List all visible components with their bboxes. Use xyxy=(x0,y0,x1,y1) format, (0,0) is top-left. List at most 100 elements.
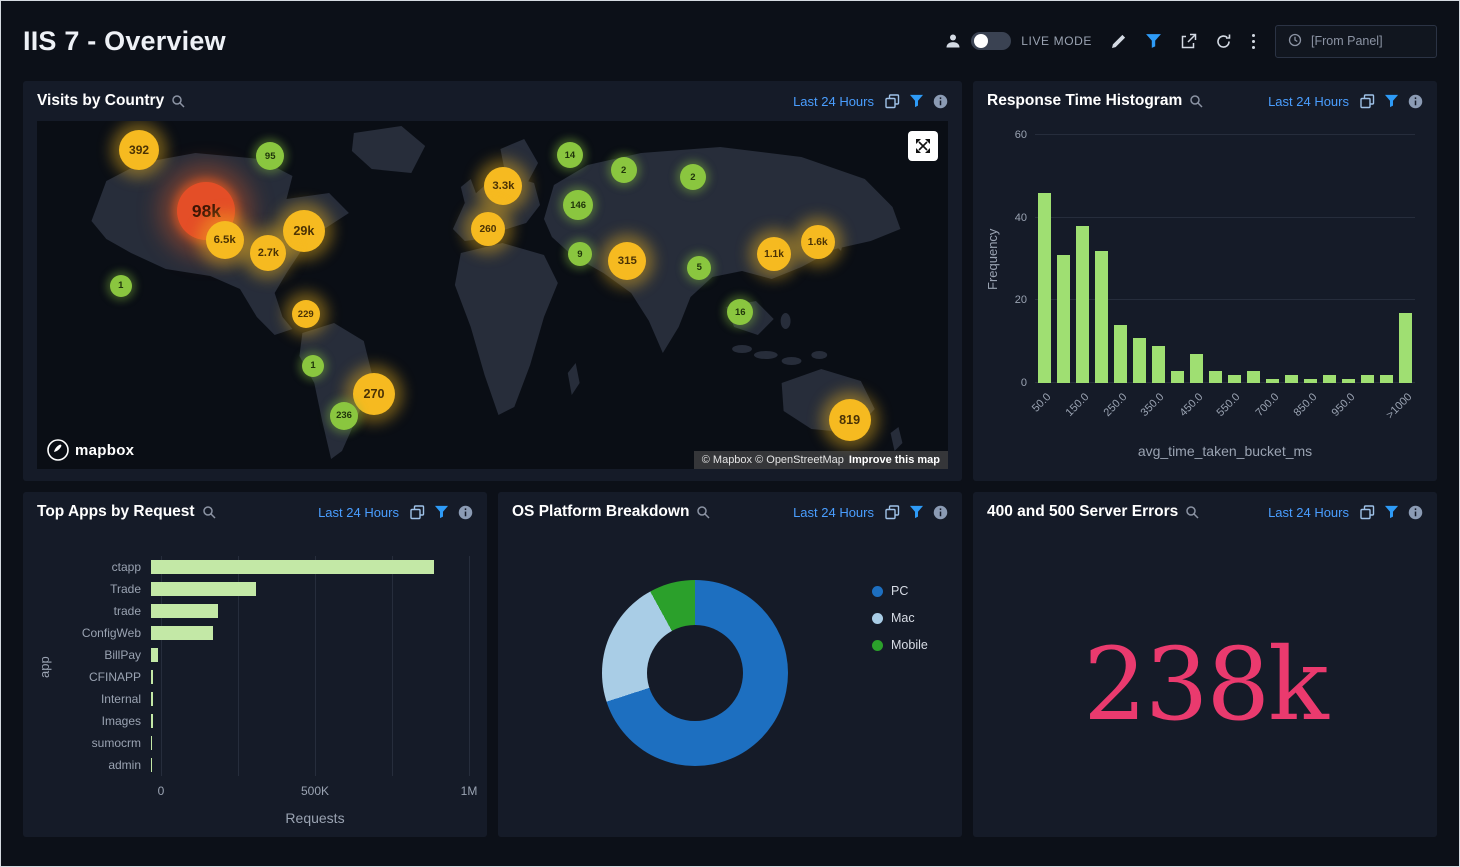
live-mode-toggle[interactable] xyxy=(971,32,1011,50)
apps-bar[interactable] xyxy=(151,648,158,662)
copy-panel-icon[interactable] xyxy=(885,94,900,109)
map-bubble[interactable]: 2.7k xyxy=(250,235,286,271)
legend-dot xyxy=(872,613,883,624)
info-icon[interactable] xyxy=(933,505,948,520)
map-bubble[interactable]: 236 xyxy=(330,402,358,430)
histogram-bar[interactable] xyxy=(1323,375,1336,383)
histogram-bar[interactable] xyxy=(1152,346,1165,383)
filter-funnel-icon[interactable] xyxy=(1384,94,1399,108)
time-range-label[interactable]: Last 24 Hours xyxy=(318,505,399,520)
map-bubble[interactable]: 5 xyxy=(687,256,711,280)
legend-item[interactable]: Mobile xyxy=(872,638,928,652)
mapbox-logo-icon[interactable]: mapbox xyxy=(47,439,134,461)
apps-bar[interactable] xyxy=(151,758,152,772)
refresh-icon[interactable] xyxy=(1215,33,1232,50)
info-icon[interactable] xyxy=(1408,505,1423,520)
filter-funnel-icon[interactable] xyxy=(1384,505,1399,519)
map-bubble[interactable]: 1.1k xyxy=(757,237,791,271)
expand-icon[interactable] xyxy=(908,131,938,161)
map-bubble[interactable]: 2 xyxy=(680,164,706,190)
zoom-magnifier-icon[interactable] xyxy=(171,94,185,108)
histogram-bar[interactable] xyxy=(1095,251,1108,383)
map-bubble[interactable]: 16 xyxy=(727,299,753,325)
time-range-label[interactable]: Last 24 Hours xyxy=(1268,94,1349,109)
map-bubble[interactable]: 6.5k xyxy=(206,221,244,259)
time-range-label[interactable]: Last 24 Hours xyxy=(793,505,874,520)
histogram-bar[interactable] xyxy=(1038,193,1051,383)
histogram-bar[interactable] xyxy=(1380,375,1393,383)
share-icon[interactable] xyxy=(1180,33,1197,50)
filter-funnel-icon[interactable] xyxy=(1145,33,1162,49)
apps-bar[interactable] xyxy=(151,582,256,596)
map-bubble[interactable]: 1.6k xyxy=(801,225,835,259)
histogram-y-ticks: 0204060 xyxy=(1003,135,1027,383)
map-bubble[interactable]: 1 xyxy=(110,275,132,297)
map-bubble[interactable]: 3.3k xyxy=(484,167,522,205)
copy-panel-icon[interactable] xyxy=(410,505,425,520)
histogram-bar[interactable] xyxy=(1209,371,1222,383)
donut-ring[interactable] xyxy=(602,580,788,766)
filter-funnel-icon[interactable] xyxy=(434,505,449,519)
histogram-bar[interactable] xyxy=(1114,325,1127,383)
map-bubble[interactable]: 1 xyxy=(302,355,324,377)
panel-title: OS Platform Breakdown xyxy=(512,503,689,521)
apps-bar[interactable] xyxy=(151,736,152,750)
map-bubble[interactable]: 95 xyxy=(256,142,284,170)
filter-funnel-icon[interactable] xyxy=(909,94,924,108)
dashboard: IIS 7 - Overview LIVE MODE xyxy=(1,1,1459,837)
histogram-bar[interactable] xyxy=(1190,354,1203,383)
info-icon[interactable] xyxy=(1408,94,1423,109)
map-bubble[interactable]: 270 xyxy=(353,373,395,415)
legend-item[interactable]: PC xyxy=(872,584,928,598)
map-bubble[interactable]: 819 xyxy=(829,399,871,441)
map-bubble[interactable]: 9 xyxy=(568,242,592,266)
map-bubble[interactable]: 315 xyxy=(608,242,646,280)
histogram-bar[interactable] xyxy=(1266,379,1279,383)
apps-bar[interactable] xyxy=(151,560,434,574)
histogram-bar[interactable] xyxy=(1342,379,1355,383)
panel-title: Top Apps by Request xyxy=(37,503,195,521)
zoom-magnifier-icon[interactable] xyxy=(1185,505,1199,519)
legend-item[interactable]: Mac xyxy=(872,611,928,625)
histogram-bar[interactable] xyxy=(1171,371,1184,383)
histogram-bar[interactable] xyxy=(1285,375,1298,383)
apps-bar[interactable] xyxy=(151,670,153,684)
copy-panel-icon[interactable] xyxy=(1360,94,1375,109)
info-icon[interactable] xyxy=(458,505,473,520)
info-icon[interactable] xyxy=(933,94,948,109)
improve-map-link[interactable]: Improve this map xyxy=(849,454,940,466)
map-bubble[interactable]: 29k xyxy=(283,210,325,252)
zoom-magnifier-icon[interactable] xyxy=(202,505,216,519)
zoom-magnifier-icon[interactable] xyxy=(696,505,710,519)
kebab-menu-icon[interactable] xyxy=(1250,32,1257,51)
copy-panel-icon[interactable] xyxy=(885,505,900,520)
apps-bar[interactable] xyxy=(151,714,153,728)
user-icon[interactable] xyxy=(945,33,961,49)
map-bubble[interactable]: 2 xyxy=(611,157,637,183)
histogram-bar[interactable] xyxy=(1228,375,1241,383)
map-bubble[interactable]: 392 xyxy=(119,130,159,170)
time-range-label[interactable]: Last 24 Hours xyxy=(1268,505,1349,520)
histogram-bar[interactable] xyxy=(1399,313,1412,383)
world-map[interactable]: 3929598k6.5k29k2.7k122912702363.3k260146… xyxy=(37,121,948,469)
histogram-bar[interactable] xyxy=(1133,338,1146,383)
zoom-magnifier-icon[interactable] xyxy=(1189,94,1203,108)
histogram-bar[interactable] xyxy=(1361,375,1374,383)
from-panel-selector[interactable]: [From Panel] xyxy=(1275,25,1437,58)
map-bubble[interactable]: 229 xyxy=(292,300,320,328)
copy-panel-icon[interactable] xyxy=(1360,505,1375,520)
histogram-bar[interactable] xyxy=(1247,371,1260,383)
apps-bar[interactable] xyxy=(151,604,218,618)
histogram-bar[interactable] xyxy=(1076,226,1089,383)
histogram-bar[interactable] xyxy=(1057,255,1070,383)
histogram-bar[interactable] xyxy=(1304,379,1317,383)
map-bubble[interactable]: 14 xyxy=(557,142,583,168)
filter-funnel-icon[interactable] xyxy=(909,505,924,519)
apps-row-label: BillPay xyxy=(53,648,151,662)
apps-bar[interactable] xyxy=(151,626,213,640)
time-range-label[interactable]: Last 24 Hours xyxy=(793,94,874,109)
apps-bar[interactable] xyxy=(151,692,153,706)
map-bubble[interactable]: 146 xyxy=(563,190,593,220)
map-bubble[interactable]: 260 xyxy=(471,212,505,246)
edit-pencil-icon[interactable] xyxy=(1110,33,1127,50)
